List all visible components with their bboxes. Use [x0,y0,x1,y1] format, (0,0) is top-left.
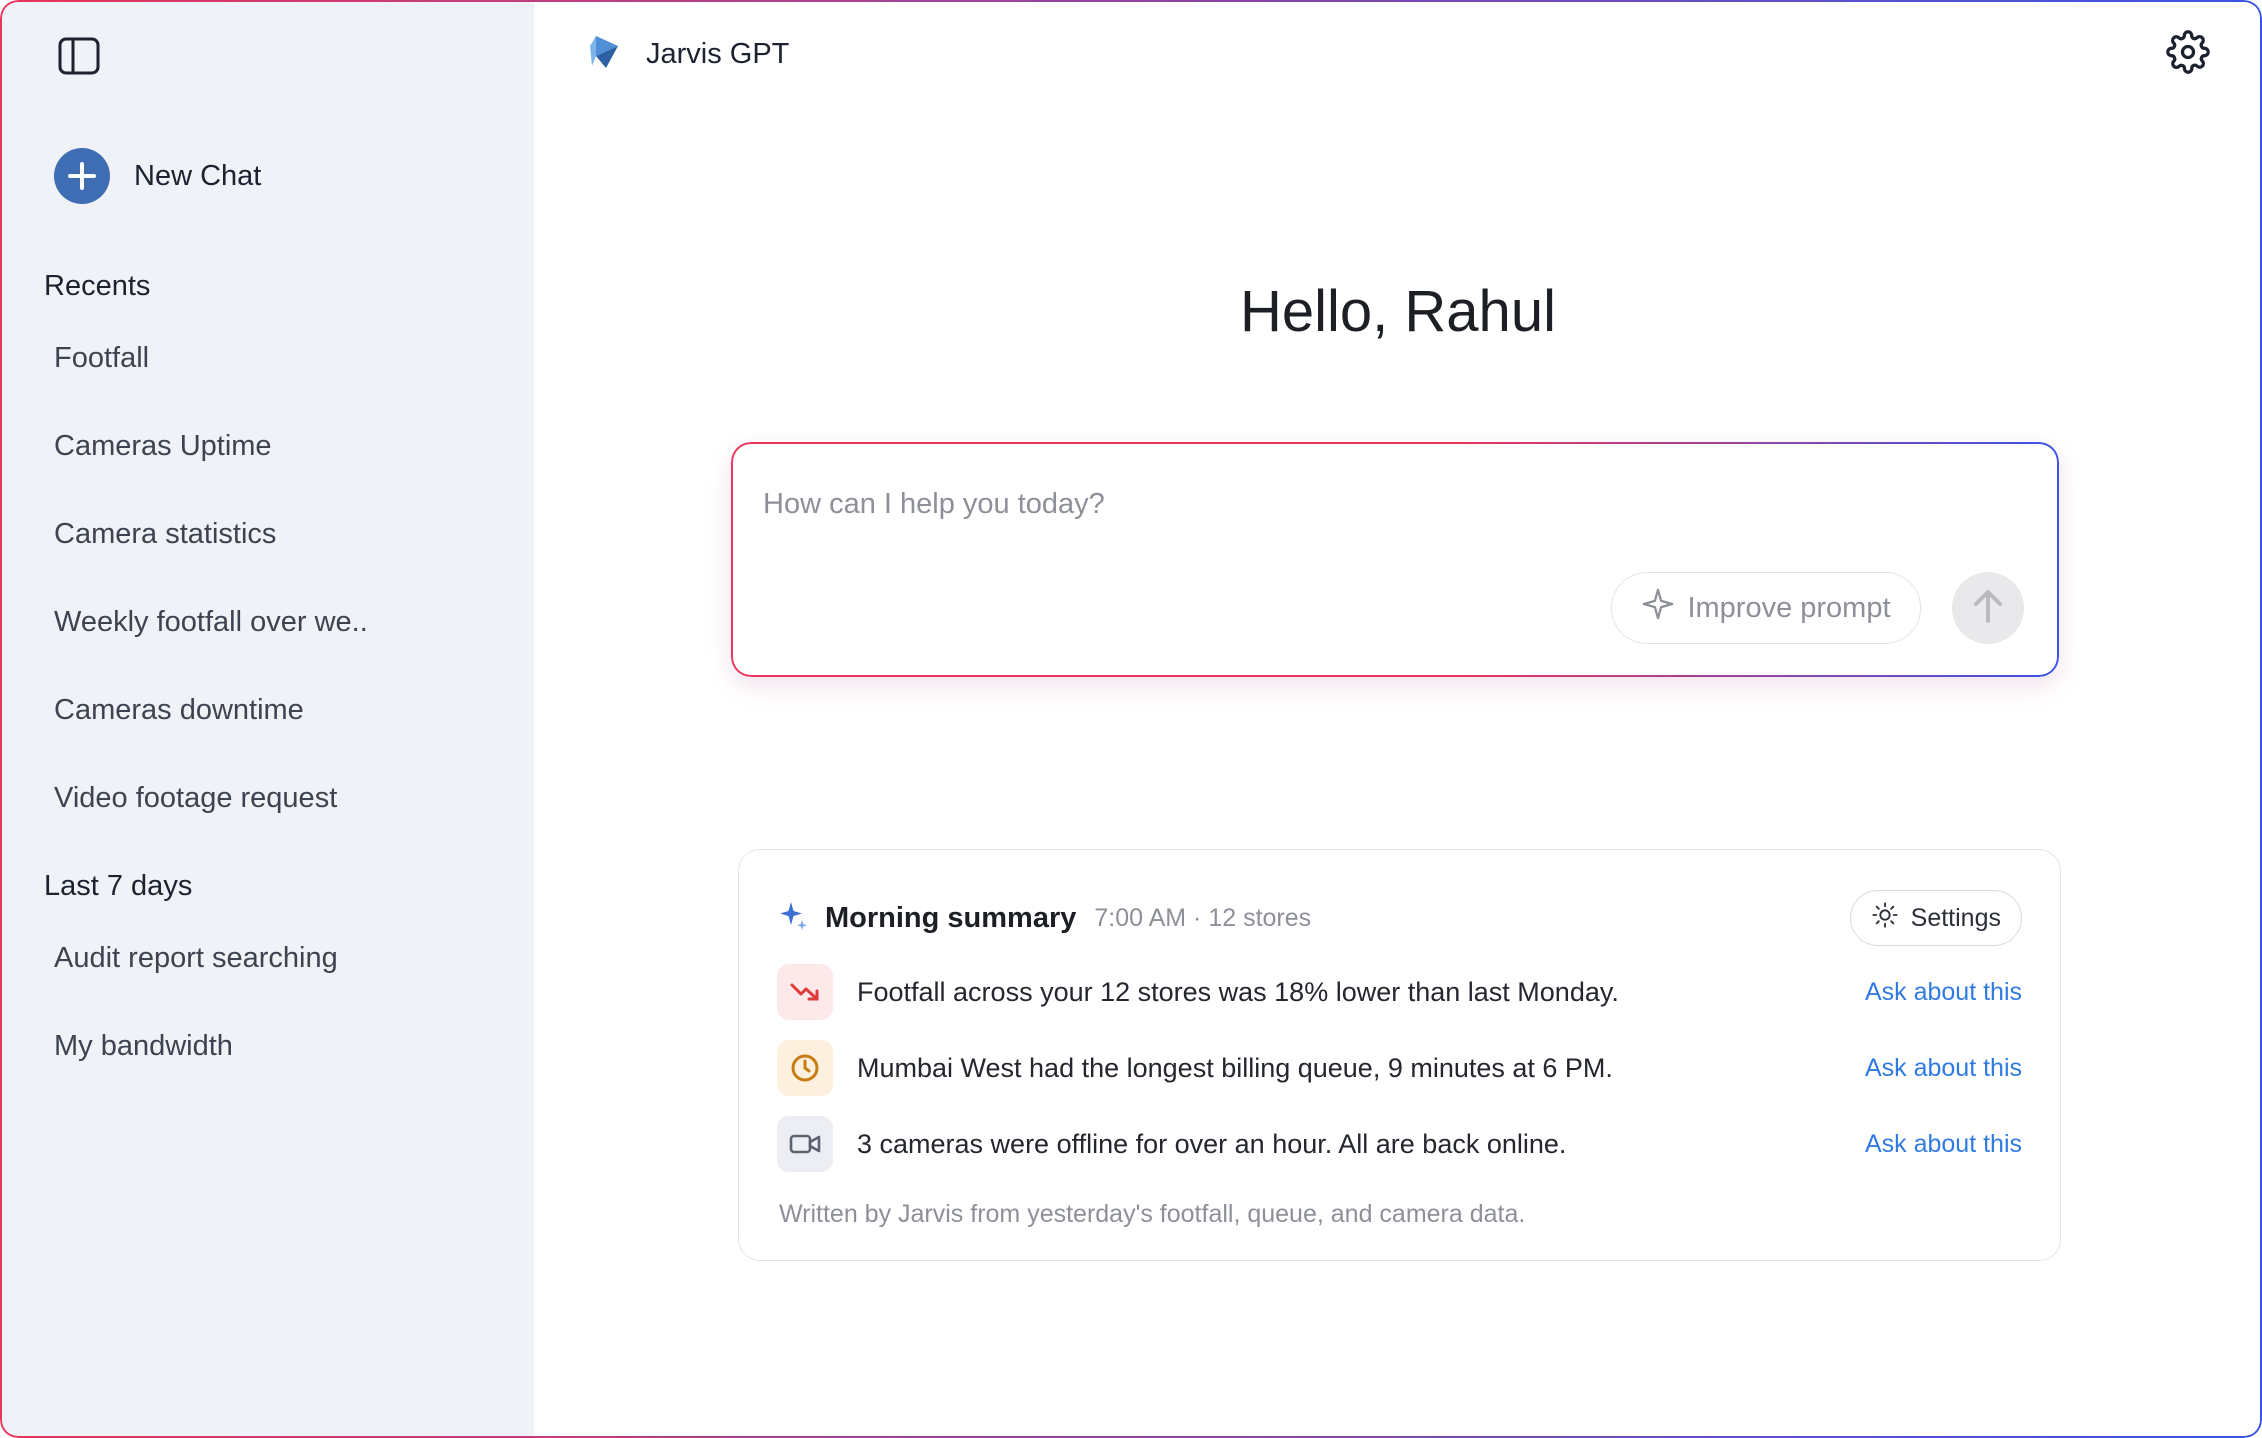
send-button[interactable] [1952,572,2024,644]
clock-icon [777,1040,833,1096]
recent-item-audit-report[interactable]: Audit report searching [54,942,338,975]
trending-down-icon [777,964,833,1020]
brand: Jarvis GPT [588,32,789,77]
summary-meta: 7:00 AM · 12 stores [1094,903,1312,932]
app-title: Jarvis GPT [646,38,790,70]
recent-item-weekly-footfall[interactable]: Weekly footfall over we.. [54,606,368,639]
prompt-box: Improve prompt [731,442,2059,677]
ask-about-this-link[interactable]: Ask about this [1865,978,2022,1007]
sidebar-toggle-icon[interactable] [58,37,100,75]
app-window: New Chat Recents Footfall Cameras Uptime… [0,0,2262,1438]
recent-item-cameras-downtime[interactable]: Cameras downtime [54,694,304,727]
recents-heading: Recents [44,270,151,302]
recent-item-camera-statistics[interactable]: Camera statistics [54,518,276,551]
main-area: Jarvis GPT Hello, Rahul Improve prompt [534,0,2262,1438]
recent-item-video-footage[interactable]: Video footage request [54,782,337,815]
summary-item-text: Footfall across your 12 stores was 18% l… [857,976,1619,1007]
gear-icon[interactable] [2166,30,2210,74]
recent-item-my-bandwidth[interactable]: My bandwidth [54,1030,233,1063]
ask-about-this-link[interactable]: Ask about this [1865,1054,2022,1083]
morning-summary-card: Morning summary 7:00 AM · 12 stores Sett… [738,849,2061,1261]
summary-settings-button[interactable]: Settings [1849,890,2022,946]
sparkle-icon [1641,587,1675,629]
summary-item: 3 cameras were offline for over an hour.… [777,1116,2022,1172]
ask-about-this-link[interactable]: Ask about this [1865,1130,2022,1159]
jarvis-logo-icon [588,32,626,77]
arrow-up-icon [1972,587,2004,630]
summary-item-text: Mumbai West had the longest billing queu… [857,1052,1613,1083]
new-chat-button[interactable]: New Chat [54,148,261,204]
video-camera-icon [777,1116,833,1172]
summary-item-text: 3 cameras were offline for over an hour.… [857,1128,1567,1159]
prompt-input[interactable] [763,480,1963,528]
greeting-heading: Hello, Rahul [1240,279,1556,344]
plus-icon [54,148,110,204]
sidebar: New Chat Recents Footfall Cameras Uptime… [0,0,534,1438]
summary-settings-label: Settings [1910,903,2001,932]
summary-title: Morning summary [825,901,1077,934]
last-7-days-heading: Last 7 days [44,870,193,902]
sparkle-icon [779,900,809,937]
summary-item: Footfall across your 12 stores was 18% l… [777,964,2022,1020]
summary-item: Mumbai West had the longest billing queu… [777,1040,2022,1096]
recent-item-footfall[interactable]: Footfall [54,342,149,375]
summary-header: Morning summary 7:00 AM · 12 stores Sett… [779,890,2022,946]
summary-footer: Written by Jarvis from yesterday's footf… [779,1200,1526,1228]
improve-prompt-label: Improve prompt [1687,591,1891,624]
sun-settings-icon [1871,901,1899,936]
recent-item-cameras-uptime[interactable]: Cameras Uptime [54,430,272,463]
new-chat-label: New Chat [134,159,262,192]
improve-prompt-button[interactable]: Improve prompt [1611,572,1921,644]
